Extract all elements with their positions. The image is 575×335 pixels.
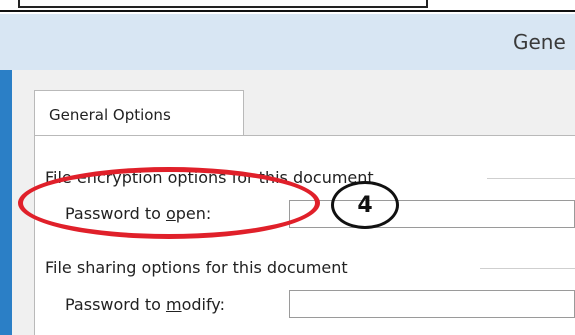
step-number: 4 (357, 192, 373, 218)
screenshot-divider (0, 10, 575, 12)
tab-label: General Options (49, 106, 171, 124)
tab-general-options[interactable]: General Options (34, 90, 244, 136)
dialog-titlebar[interactable]: Gene (0, 14, 575, 70)
background-input-box (18, 0, 428, 8)
dialog-title: Gene (513, 30, 566, 54)
step-number-badge: 4 (331, 181, 399, 229)
password-to-modify-label: Password to modify: (65, 295, 225, 314)
password-to-modify-input[interactable] (289, 290, 575, 318)
red-highlight-oval (18, 167, 320, 239)
encryption-group-divider (487, 178, 575, 179)
sharing-group-label: File sharing options for this document (45, 258, 348, 277)
sharing-group-divider (480, 268, 575, 269)
